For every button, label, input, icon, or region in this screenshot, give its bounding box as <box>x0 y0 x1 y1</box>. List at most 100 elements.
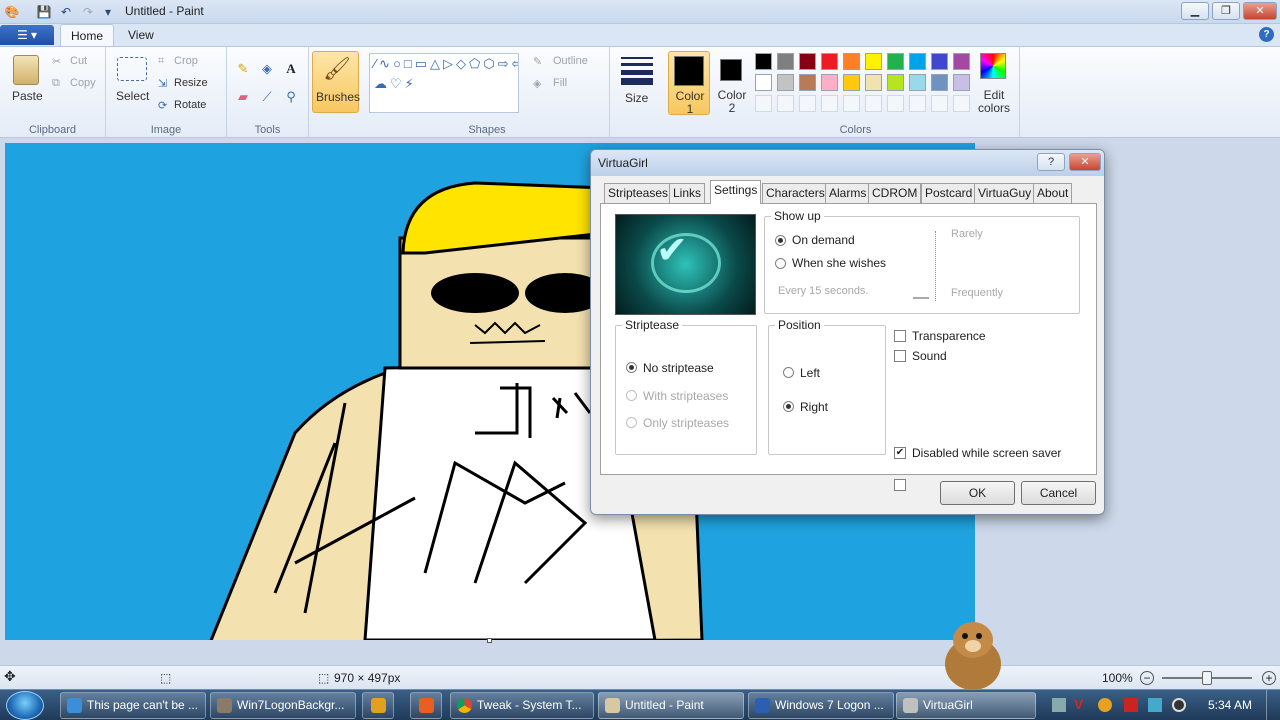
paint-app-icon[interactable]: 🎨 <box>4 4 20 20</box>
tab-links[interactable]: Links <box>669 183 706 203</box>
taskbar-item-media[interactable] <box>362 692 394 719</box>
palette-swatch[interactable] <box>953 74 970 91</box>
tray-icon-antivirus[interactable]: V <box>1074 696 1083 712</box>
cancel-button[interactable]: Cancel <box>1021 481 1096 505</box>
custom-color-slot[interactable] <box>821 95 838 112</box>
transparence-checkbox[interactable] <box>894 479 906 491</box>
color2-button[interactable]: Color 2 <box>712 51 752 115</box>
position-left-label[interactable]: Left <box>800 366 820 380</box>
palette-swatch[interactable] <box>777 74 794 91</box>
palette-swatch[interactable] <box>821 74 838 91</box>
tab-characters[interactable]: Characters <box>762 183 829 203</box>
dialog-close-button[interactable]: ✕ <box>1069 153 1101 171</box>
tray-icon-display[interactable] <box>1148 698 1162 712</box>
redo-icon[interactable]: ↷ <box>80 4 96 20</box>
palette-swatch[interactable] <box>843 74 860 91</box>
brushes-button[interactable]: 🖌 Brushes <box>312 51 360 113</box>
disabled-screensaver-checkbox[interactable]: ✔ <box>894 447 906 459</box>
minimize-button[interactable]: ▁ <box>1181 2 1209 20</box>
show-desktop-button[interactable] <box>1266 690 1280 720</box>
tray-icon-app[interactable] <box>1124 698 1138 712</box>
palette-swatch[interactable] <box>953 53 970 70</box>
custom-color-slot[interactable] <box>931 95 948 112</box>
palette-swatch[interactable] <box>887 74 904 91</box>
on-demand-label[interactable]: On demand <box>792 233 855 247</box>
sound-checkbox[interactable] <box>894 350 906 362</box>
save-icon[interactable]: 💾 <box>36 4 52 20</box>
no-striptease-radio[interactable] <box>626 362 637 373</box>
dialog-help-button[interactable]: ? <box>1037 153 1065 171</box>
edit-colors-icon[interactable] <box>980 53 1006 79</box>
tab-alarms[interactable]: Alarms <box>825 183 871 203</box>
help-icon[interactable]: ? <box>1259 27 1274 42</box>
paste-icon[interactable] <box>13 55 39 85</box>
when-she-wishes-label[interactable]: When she wishes <box>792 256 886 270</box>
start-button[interactable] <box>6 691 44 720</box>
select-icon[interactable] <box>117 57 147 81</box>
palette-swatch[interactable] <box>887 53 904 70</box>
no-striptease-label[interactable]: No striptease <box>643 361 714 375</box>
color-picker-icon[interactable]: ⟋ <box>257 87 277 107</box>
tray-icon-updates[interactable] <box>1098 698 1112 712</box>
pencil-icon[interactable]: ✎ <box>233 59 253 79</box>
tab-home[interactable]: Home <box>60 24 115 46</box>
paste-button[interactable]: Paste <box>12 89 43 103</box>
outline-button[interactable]: Outline <box>553 55 588 67</box>
tray-icon-record[interactable] <box>1172 698 1186 712</box>
zoom-slider-thumb[interactable] <box>1202 671 1212 685</box>
customize-toolbar-icon[interactable]: ▾ <box>100 4 116 20</box>
select-button[interactable]: Select <box>116 89 149 103</box>
zoom-in-icon[interactable]: + <box>1262 671 1276 685</box>
size-button[interactable]: Size <box>615 51 660 113</box>
palette-swatch[interactable] <box>865 74 882 91</box>
custom-color-slot[interactable] <box>843 95 860 112</box>
copy-button[interactable]: Copy <box>70 77 96 89</box>
clock[interactable]: 5:34 AM <box>1208 698 1252 712</box>
custom-color-slot[interactable] <box>777 95 794 112</box>
zoom-out-icon[interactable]: − <box>1140 671 1154 685</box>
tab-settings[interactable]: Settings <box>710 180 762 204</box>
on-demand-radio[interactable] <box>775 235 786 246</box>
sound-label[interactable]: Sound <box>912 349 947 363</box>
palette-swatch[interactable] <box>755 53 772 70</box>
tab-about[interactable]: About <box>1033 183 1073 203</box>
palette-swatch[interactable] <box>843 53 860 70</box>
tab-stripteases[interactable]: Stripteases! <box>604 183 676 203</box>
crop-button[interactable]: Crop <box>174 55 198 67</box>
with-stripteases-radio[interactable] <box>626 390 637 401</box>
cut-button[interactable]: Cut <box>70 55 87 67</box>
palette-swatch[interactable] <box>909 53 926 70</box>
only-stripteases-label[interactable]: Only stripteases <box>643 416 729 430</box>
fill-bucket-icon[interactable]: ◈ <box>257 59 277 79</box>
edit-colors-button[interactable]: Edit colors <box>972 89 1016 115</box>
tab-view[interactable]: View <box>118 24 164 46</box>
when-she-wishes-radio[interactable] <box>775 258 786 269</box>
maximize-button[interactable]: ❐ <box>1212 2 1240 20</box>
taskbar-item-ie[interactable]: This page can't be ... <box>60 692 206 719</box>
palette-swatch[interactable] <box>799 74 816 91</box>
resize-button[interactable]: Resize <box>174 77 208 89</box>
frequency-slider-thumb[interactable] <box>913 297 929 299</box>
with-stripteases-label[interactable]: With stripteases <box>643 389 728 403</box>
taskbar-item-app[interactable] <box>410 692 442 719</box>
taskbar-item-win7logon[interactable]: Win7LogonBackgr... <box>210 692 356 719</box>
eraser-icon[interactable]: ▰ <box>233 87 253 107</box>
shapes-gallery[interactable]: ∕∿○□▭△▷◇⬠⬡⇨⇦⇧⇩✦☆✩▢◯☁♡⚡ <box>369 53 519 113</box>
palette-swatch[interactable] <box>931 53 948 70</box>
disabled-screensaver-label[interactable]: Disabled while screen saver <box>912 446 1061 460</box>
position-right-radio[interactable] <box>783 401 794 412</box>
custom-color-slot[interactable] <box>865 95 882 112</box>
taskbar-item-paint[interactable]: Untitled - Paint <box>598 692 744 719</box>
custom-color-slot[interactable] <box>887 95 904 112</box>
transparence-label[interactable]: Transparence <box>912 329 986 343</box>
palette-swatch[interactable] <box>931 74 948 91</box>
taskbar-item-chrome[interactable]: Tweak - System T... <box>450 692 594 719</box>
magnifier-icon[interactable]: ⚲ <box>281 87 301 107</box>
taskbar-item-virtuagirl[interactable]: VirtuaGirl <box>896 692 1036 719</box>
custom-color-slot[interactable] <box>755 95 772 112</box>
undo-icon[interactable]: ↶ <box>58 4 74 20</box>
transparence-checkbox-box[interactable] <box>894 330 906 342</box>
taskbar-item-windows7-logon[interactable]: Windows 7 Logon ... <box>748 692 894 719</box>
ok-button[interactable]: OK <box>940 481 1015 505</box>
fill-button[interactable]: Fill <box>553 77 567 89</box>
